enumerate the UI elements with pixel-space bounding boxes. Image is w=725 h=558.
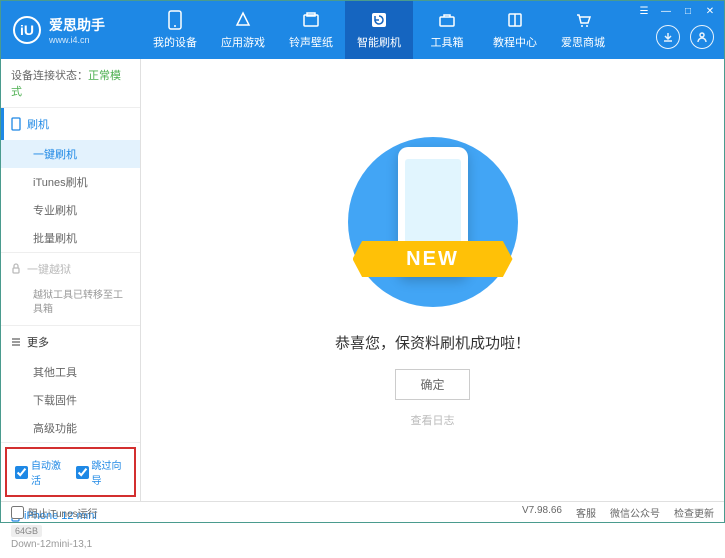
main-content: NEW 恭喜您，保资料刷机成功啦！ 确定 查看日志 [141,59,724,501]
nav-label: 我的设备 [153,34,197,50]
nav-label: 工具箱 [431,34,464,50]
nav-store[interactable]: 爱思商城 [549,1,617,59]
checkbox-label: 跳过向导 [92,457,127,487]
lock-icon [11,263,21,275]
sidebar-more-header[interactable]: 更多 [1,326,140,358]
nav-label: 教程中心 [493,34,537,50]
window-controls: ☰ — □ ✕ [636,5,718,17]
section-title: 更多 [27,334,49,350]
view-log-link[interactable]: 查看日志 [411,412,455,428]
checkbox-label: 阻止iTunes运行 [28,505,98,520]
checkbox-skip-guide[interactable]: 跳过向导 [76,457,127,487]
cart-icon [573,10,593,30]
status-label: 设备连接状态： [11,70,88,82]
nav-label: 智能刷机 [357,34,401,50]
block-itunes-checkbox[interactable]: 阻止iTunes运行 [11,505,98,520]
book-icon [505,10,525,30]
success-illustration: NEW [343,132,523,312]
nav-flash[interactable]: 智能刷机 [345,1,413,59]
nav-label: 爱思商城 [561,34,605,50]
apps-icon [233,10,253,30]
nav-apps[interactable]: 应用游戏 [209,1,277,59]
header-actions [656,25,714,49]
nav-toolbox[interactable]: 工具箱 [413,1,481,59]
minimize-icon[interactable]: — [658,5,674,17]
nav-tabs: 我的设备 应用游戏 铃声壁纸 智能刷机 工具箱 教程中心 爱思商城 [141,1,617,59]
success-message: 恭喜您，保资料刷机成功啦！ [335,332,530,353]
sidebar-item-pro[interactable]: 专业刷机 [1,196,140,224]
section-title: 刷机 [27,116,49,132]
phone-icon [165,10,185,30]
toolbox-icon [437,10,457,30]
sidebar-item-itunes[interactable]: iTunes刷机 [1,168,140,196]
new-badge: NEW [353,241,513,277]
nav-my-device[interactable]: 我的设备 [141,1,209,59]
maximize-icon[interactable]: □ [680,5,696,17]
sidebar-jailbreak-header[interactable]: 一键越狱 [1,253,140,285]
user-icon[interactable] [690,25,714,49]
download-icon[interactable] [656,25,680,49]
checkbox-auto-activate[interactable]: 自动激活 [15,457,66,487]
version-label: V7.98.66 [522,505,562,520]
confirm-button[interactable]: 确定 [395,369,469,400]
phone-icon [11,117,21,131]
app-url: www.i4.cn [49,35,105,45]
folder-icon [301,10,321,30]
sidebar-flash-header[interactable]: 刷机 [1,108,140,140]
nav-label: 应用游戏 [221,34,265,50]
app-header: iU 爱思助手 www.i4.cn 我的设备 应用游戏 铃声壁纸 智能刷机 工具… [1,1,724,59]
checkbox-group: 自动激活 跳过向导 [5,447,136,497]
sidebar: 设备连接状态：正常模式 刷机 一键刷机 iTunes刷机 专业刷机 批量刷机 一… [1,59,141,501]
connection-status: 设备连接状态：正常模式 [1,59,140,108]
nav-label: 铃声壁纸 [289,34,333,50]
logo-icon: iU [13,16,41,44]
refresh-icon [369,10,389,30]
nav-tutorials[interactable]: 教程中心 [481,1,549,59]
sidebar-item-oneclick[interactable]: 一键刷机 [1,140,140,168]
checkbox-label: 自动激活 [31,457,66,487]
menu-icon[interactable]: ☰ [636,5,652,17]
nav-ringtones[interactable]: 铃声壁纸 [277,1,345,59]
device-model: Down-12mini-13,1 [11,539,130,550]
menu-icon [11,337,21,347]
sidebar-item-advanced[interactable]: 高级功能 [1,414,140,442]
sidebar-item-firmware[interactable]: 下载固件 [1,386,140,414]
device-storage: 64GB [11,525,42,537]
section-title: 一键越狱 [27,261,71,277]
close-icon[interactable]: ✕ [702,5,718,17]
logo-area: iU 爱思助手 www.i4.cn [1,15,141,45]
update-link[interactable]: 检查更新 [674,505,714,520]
sidebar-item-batch[interactable]: 批量刷机 [1,224,140,252]
app-name: 爱思助手 [49,15,105,35]
sidebar-item-other[interactable]: 其他工具 [1,358,140,386]
jailbreak-note: 越狱工具已转移至工具箱 [1,285,140,325]
service-link[interactable]: 客服 [576,505,596,520]
wechat-link[interactable]: 微信公众号 [610,505,660,520]
